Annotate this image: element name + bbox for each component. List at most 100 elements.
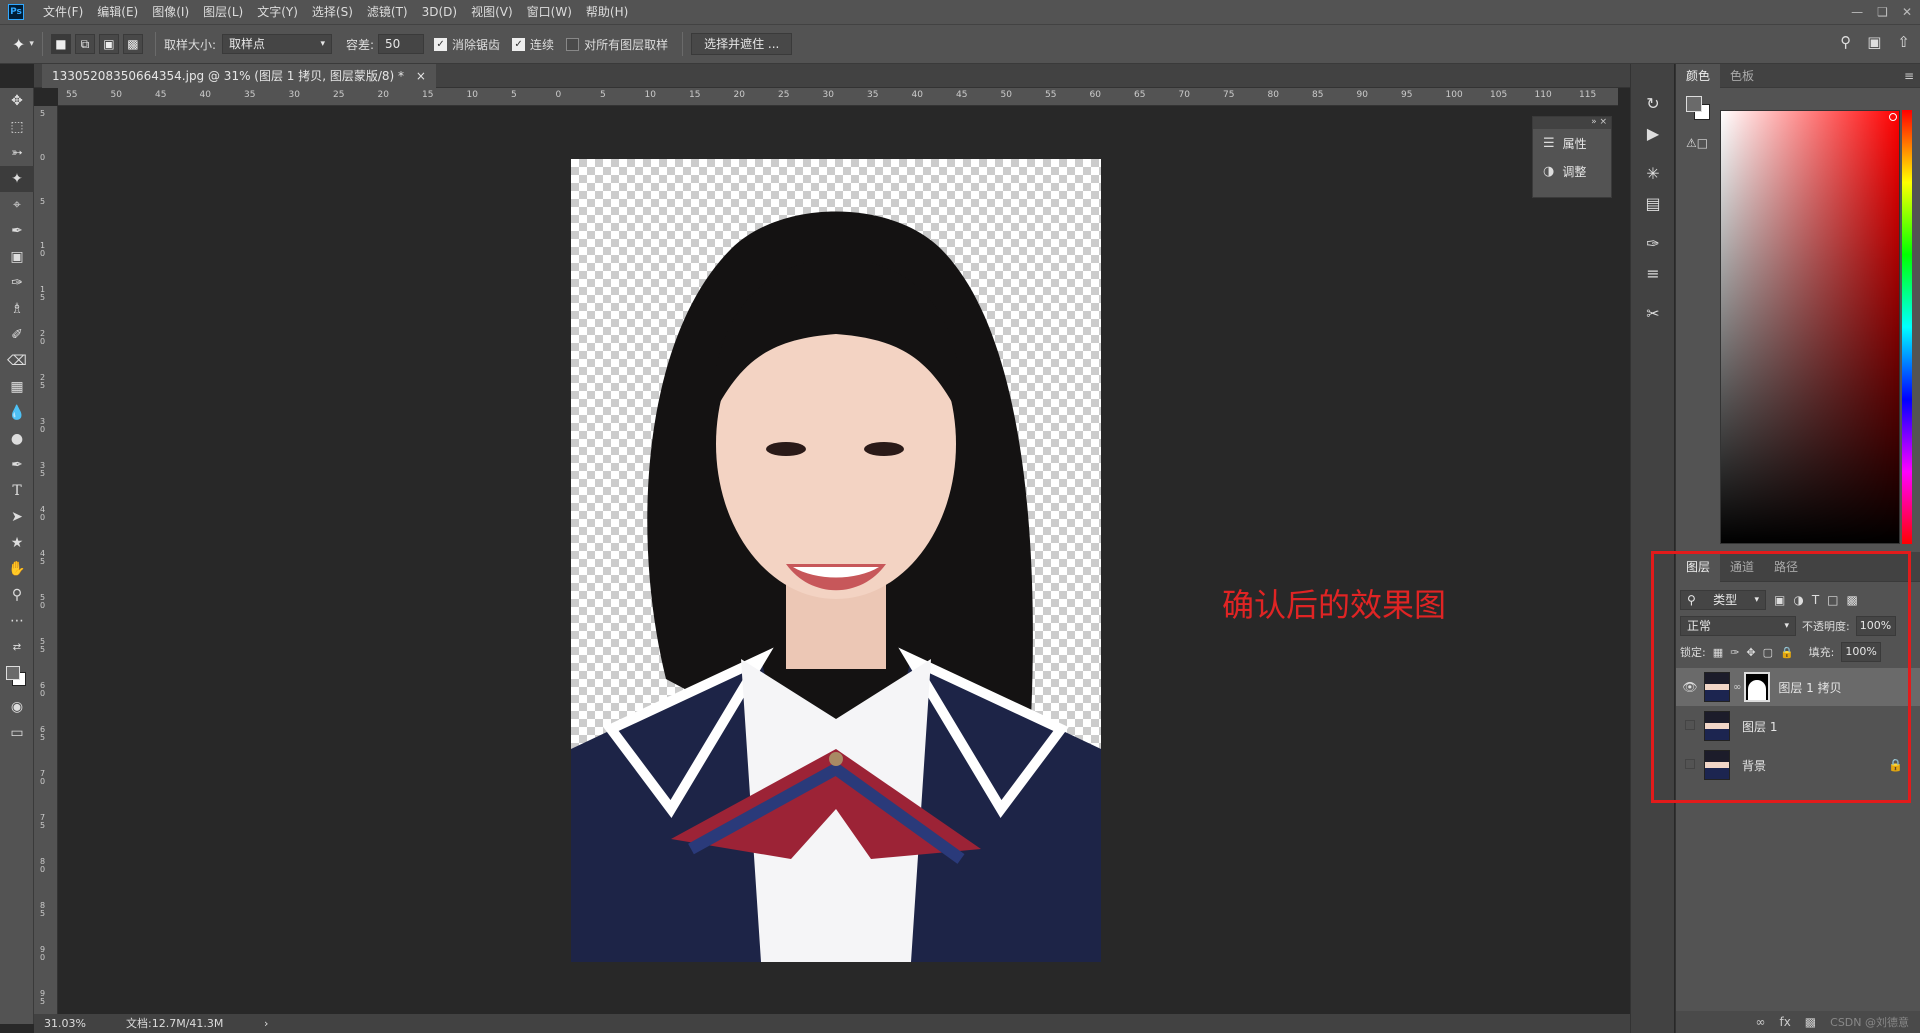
antialias-checkbox[interactable]: ✓ xyxy=(434,37,448,51)
swap-colors-icon[interactable]: ⇄ xyxy=(0,634,34,660)
filter-type-icon[interactable]: T xyxy=(1812,593,1819,607)
tab-paths[interactable]: 路径 xyxy=(1764,552,1808,582)
lock-transparent-icon[interactable]: ▦ xyxy=(1713,646,1723,659)
search-icon[interactable]: ⚲ xyxy=(1840,33,1851,51)
chevron-right-icon[interactable]: › xyxy=(264,1014,268,1033)
menu-item[interactable]: 窗口(W) xyxy=(520,0,579,24)
tab-swatches[interactable]: 色板 xyxy=(1720,64,1764,88)
menu-item[interactable]: 图像(I) xyxy=(145,0,196,24)
contiguous-checkbox[interactable]: ✓ xyxy=(512,37,526,51)
menu-item[interactable]: 文件(F) xyxy=(36,0,90,24)
panel-menu-icon[interactable]: ≡ xyxy=(1904,69,1914,83)
type-tool-icon[interactable]: T xyxy=(0,478,34,504)
menu-item[interactable]: 3D(D) xyxy=(415,0,464,24)
visibility-toggle[interactable] xyxy=(1676,758,1704,772)
tolerance-input[interactable]: 50 xyxy=(378,34,425,54)
clone-stamp-tool-icon[interactable]: ♗ xyxy=(0,296,34,322)
select-and-mask-button[interactable]: 选择并遮住 ... xyxy=(691,33,793,55)
lock-artboard-icon[interactable]: ▢ xyxy=(1763,646,1773,659)
all-layers-checkbox[interactable] xyxy=(566,37,580,51)
lock-image-icon[interactable]: ✑ xyxy=(1730,646,1739,659)
fx-button[interactable]: fx xyxy=(1779,1015,1790,1029)
gradient-tool-icon[interactable]: ▦ xyxy=(0,374,34,400)
dodge-tool-icon[interactable]: ● xyxy=(0,426,34,452)
picker-cursor[interactable] xyxy=(1889,113,1897,121)
visibility-toggle[interactable] xyxy=(1676,719,1704,733)
lasso-tool-icon[interactable]: ➳ xyxy=(0,140,34,166)
hand-tool-icon[interactable]: ✋ xyxy=(0,556,34,582)
layer-filter-select[interactable]: ⚲ 类型 ▾ xyxy=(1680,590,1766,610)
document-tab[interactable]: 13305208350664354.jpg @ 31% (图层 1 拷贝, 图层… xyxy=(42,64,436,88)
document-photo[interactable] xyxy=(571,159,1101,962)
properties-button[interactable]: ☰ 属性 xyxy=(1533,129,1611,157)
quick-mask-icon[interactable]: ◉ xyxy=(0,694,34,720)
opacity-input[interactable]: 100% xyxy=(1855,616,1896,636)
more-tools-icon[interactable]: ⋯ xyxy=(0,608,34,634)
menu-item[interactable]: 选择(S) xyxy=(305,0,360,24)
layer-name[interactable]: 图层 1 拷贝 xyxy=(1778,679,1841,696)
menu-item[interactable]: 帮助(H) xyxy=(579,0,635,24)
link-icon[interactable]: ∞ xyxy=(1733,682,1741,693)
filter-adjustment-icon[interactable]: ◑ xyxy=(1793,593,1803,607)
collapse-icon[interactable]: » xyxy=(1591,117,1597,127)
restore-icon[interactable]: ❑ xyxy=(1877,5,1888,19)
intersect-selection-button[interactable]: ▩ xyxy=(122,34,143,54)
filter-pixel-icon[interactable]: ▣ xyxy=(1774,593,1785,607)
close-icon[interactable]: ✕ xyxy=(1902,5,1912,19)
sample-size-select[interactable]: 取样点 ▾ xyxy=(221,34,332,54)
subtract-selection-button[interactable]: ▣ xyxy=(98,34,119,54)
workspace-icon[interactable]: ▣ xyxy=(1867,33,1881,51)
move-tool-icon[interactable]: ✥ xyxy=(0,88,34,114)
crop-tool-icon[interactable]: ⌖ xyxy=(0,192,34,218)
screen-mode-icon[interactable]: ▭ xyxy=(0,720,34,746)
add-selection-button[interactable]: ⧉ xyxy=(74,34,95,54)
minimize-icon[interactable]: — xyxy=(1851,5,1863,19)
close-icon[interactable]: × xyxy=(1599,117,1607,127)
hue-slider[interactable] xyxy=(1902,110,1912,544)
new-selection-button[interactable]: ■ xyxy=(50,34,71,54)
histogram-icon[interactable]: ▤ xyxy=(1631,188,1675,218)
path-selection-tool-icon[interactable]: ➤ xyxy=(0,504,34,530)
magic-wand-tool-icon[interactable]: ✦ xyxy=(0,166,34,192)
layer-row[interactable]: 图层 1 xyxy=(1676,707,1920,745)
menu-item[interactable]: 编辑(E) xyxy=(90,0,145,24)
document-size[interactable]: 文档:12.7M/41.3M xyxy=(126,1014,223,1033)
blur-tool-icon[interactable]: 💧 xyxy=(0,400,34,426)
close-icon[interactable]: × xyxy=(416,69,426,83)
layer-name[interactable]: 图层 1 xyxy=(1742,718,1777,735)
link-layers-icon[interactable]: ∞ xyxy=(1755,1015,1765,1029)
zoom-level[interactable]: 31.03% xyxy=(44,1014,86,1033)
eraser-tool-icon[interactable]: ⌫ xyxy=(0,348,34,374)
menu-item[interactable]: 文字(Y) xyxy=(250,0,305,24)
color-picker-field[interactable] xyxy=(1720,110,1900,544)
filter-smart-icon[interactable]: ▩ xyxy=(1847,593,1858,607)
filter-shape-icon[interactable]: □ xyxy=(1827,593,1838,607)
marquee-tool-icon[interactable]: ⬚ xyxy=(0,114,34,140)
fg-bg-swatch[interactable] xyxy=(1686,96,1712,122)
brush-tool-icon[interactable]: ✑ xyxy=(0,270,34,296)
brush-settings-icon[interactable]: ✳ xyxy=(1631,158,1675,188)
zoom-tool-icon[interactable]: ⚲ xyxy=(0,582,34,608)
fill-input[interactable]: 100% xyxy=(1841,642,1882,662)
eye-icon[interactable]: 👁 xyxy=(1676,680,1704,694)
chevron-down-icon[interactable]: ▾ xyxy=(29,39,34,49)
layer-row[interactable]: 👁 ∞ 图层 1 拷贝 xyxy=(1676,668,1920,706)
eyedropper-tool-icon[interactable]: ✒ xyxy=(0,218,34,244)
healing-brush-tool-icon[interactable]: ▣ xyxy=(0,244,34,270)
layer-name[interactable]: 背景 xyxy=(1742,757,1766,774)
tab-channels[interactable]: 通道 xyxy=(1720,552,1764,582)
layer-row[interactable]: 背景 🔒 xyxy=(1676,746,1920,784)
tools-preset-icon[interactable]: ✂ xyxy=(1631,298,1675,328)
lock-position-icon[interactable]: ✥ xyxy=(1746,646,1755,659)
blend-mode-select[interactable]: 正常 ▾ xyxy=(1680,616,1796,636)
lock-all-icon[interactable]: 🔒 xyxy=(1780,646,1794,659)
magic-wand-icon[interactable]: ✦ xyxy=(12,35,25,54)
history-brush-tool-icon[interactable]: ✐ xyxy=(0,322,34,348)
menu-item[interactable]: 滤镜(T) xyxy=(360,0,415,24)
actions-play-icon[interactable]: ▶ xyxy=(1631,118,1675,148)
sliders-icon[interactable]: ≡ xyxy=(1631,258,1675,288)
tab-layers[interactable]: 图层 xyxy=(1676,551,1721,582)
pen-tool-icon[interactable]: ✒ xyxy=(0,452,34,478)
menu-item[interactable]: 视图(V) xyxy=(464,0,520,24)
brushes-icon[interactable]: ✑ xyxy=(1631,228,1675,258)
